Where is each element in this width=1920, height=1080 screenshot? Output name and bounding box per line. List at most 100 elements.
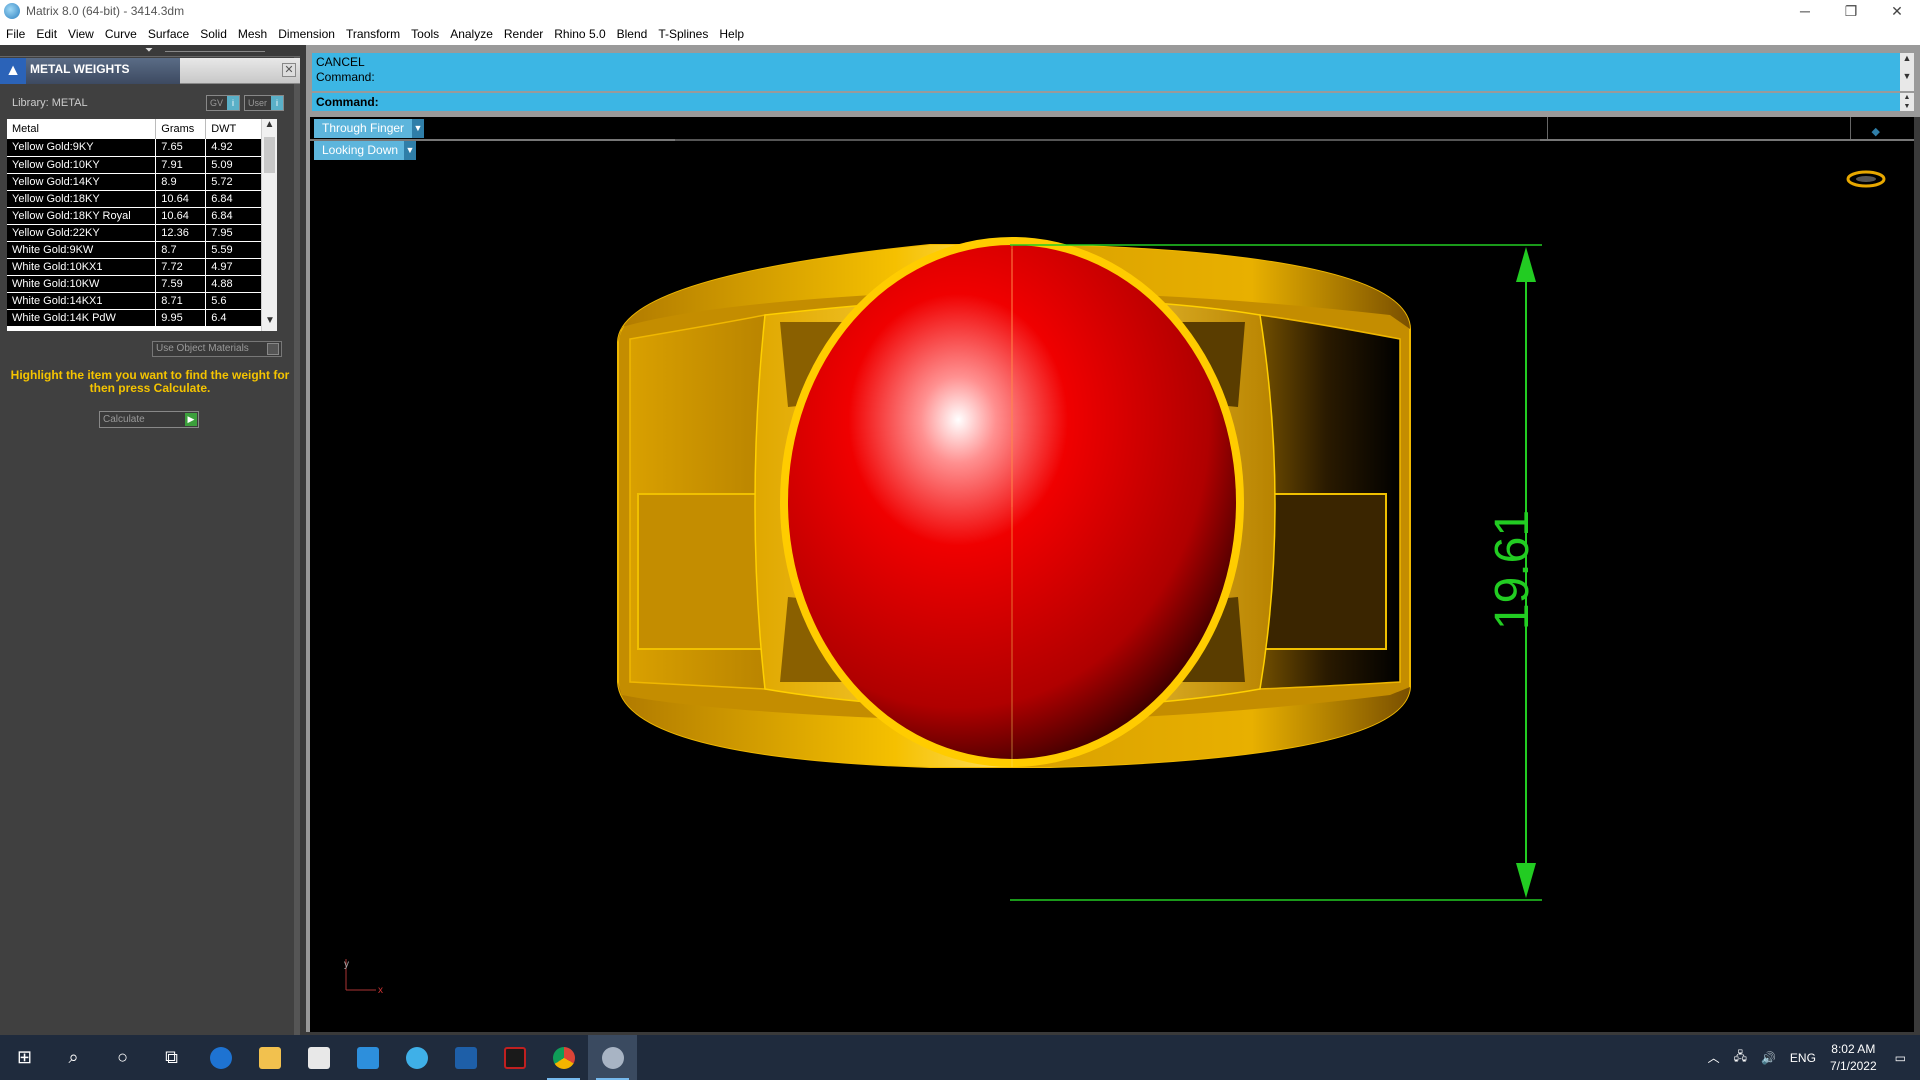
- use-object-materials-toggle[interactable]: Use Object Materials: [152, 341, 282, 357]
- app-red-icon[interactable]: [490, 1035, 539, 1080]
- title-bar: Matrix 8.0 (64-bit) - 3414.3dm ─ ❐ ✕: [0, 0, 1920, 22]
- scroll-thumb[interactable]: [264, 137, 275, 173]
- table-row[interactable]: White Gold:9KW 8.7 5.59: [7, 241, 267, 259]
- restore-button[interactable]: ❐: [1828, 0, 1874, 22]
- table-row[interactable]: Yellow Gold:18KY 10.64 6.84: [7, 190, 267, 208]
- cell-dwt: 7.95: [205, 224, 267, 242]
- ring-view-icon[interactable]: [1846, 169, 1886, 189]
- table-row[interactable]: Yellow Gold:10KY 7.91 5.09: [7, 156, 267, 174]
- menu-analyze[interactable]: Analyze: [450, 27, 493, 41]
- menu-curve[interactable]: Curve: [105, 27, 137, 41]
- cell-dwt: 6.84: [205, 207, 267, 225]
- menu-tsplines[interactable]: T-Splines: [658, 27, 708, 41]
- menu-view[interactable]: View: [68, 27, 94, 41]
- play-icon: ▶: [185, 413, 197, 426]
- clock[interactable]: 8:02 AM 7/1/2022: [1830, 1041, 1877, 1075]
- menu-edit[interactable]: Edit: [36, 27, 57, 41]
- matrix-app-icon[interactable]: [392, 1035, 441, 1080]
- table-row[interactable]: White Gold:10KW 7.59 4.88: [7, 275, 267, 293]
- language-indicator[interactable]: ENG: [1790, 1051, 1816, 1065]
- minimize-button[interactable]: ─: [1782, 0, 1828, 22]
- gv-indicator-icon: i: [227, 96, 240, 110]
- dim-arrow-bottom: [1516, 863, 1536, 898]
- menu-blend[interactable]: Blend: [617, 27, 648, 41]
- history-line-2: Command:: [316, 70, 375, 84]
- gv-button[interactable]: GV i: [206, 95, 241, 111]
- ring-model[interactable]: 19.61 y x: [310, 117, 1914, 1032]
- panel-grip[interactable]: ⏷: [0, 45, 300, 57]
- menu-transform[interactable]: Transform: [346, 27, 400, 41]
- user-button[interactable]: User i: [244, 95, 285, 111]
- scroll-up-icon[interactable]: ▲: [262, 119, 277, 135]
- col-header-grams[interactable]: Grams: [155, 119, 207, 139]
- scroll-down-icon[interactable]: ▼: [1900, 71, 1914, 81]
- notification-icon[interactable]: ▭: [1895, 1051, 1906, 1065]
- task-view-icon[interactable]: ⧉: [147, 1035, 196, 1080]
- gem-icon[interactable]: ◆: [1872, 125, 1880, 138]
- file-explorer-icon[interactable]: [245, 1035, 294, 1080]
- through-finger-dropdown[interactable]: Through Finger ▼: [314, 119, 424, 138]
- history-scrollbar[interactable]: ▲ ▼: [1900, 53, 1914, 91]
- taskbar: ⊞ ⌕ ○ ⧉ ︿ 🖧 🔊 ENG 8:02 AM 7/1/2022 ▭: [0, 1035, 1920, 1080]
- menu-dimension[interactable]: Dimension: [278, 27, 335, 41]
- network-icon[interactable]: 🖧: [1734, 1047, 1747, 1068]
- table-row[interactable]: White Gold:10KX1 7.72 4.97: [7, 258, 267, 276]
- cell-grams: 9.95: [155, 309, 207, 327]
- hint-text: Highlight the item you want to find the …: [10, 368, 290, 395]
- system-tray: ︿ 🖧 🔊 ENG 8:02 AM 7/1/2022 ▭: [1708, 1035, 1920, 1080]
- calculate-button[interactable]: Calculate ▶: [99, 411, 199, 428]
- cell-metal: White Gold:14K PdW: [7, 309, 157, 327]
- cell-metal: White Gold:9KW: [7, 241, 157, 259]
- use-object-materials-label: Use Object Materials: [156, 343, 249, 354]
- menu-surface[interactable]: Surface: [148, 27, 189, 41]
- menu-mesh[interactable]: Mesh: [238, 27, 267, 41]
- store-icon[interactable]: [294, 1035, 343, 1080]
- search-icon[interactable]: ⌕: [49, 1035, 98, 1080]
- scroll-up-icon[interactable]: ▲: [1900, 53, 1914, 63]
- looking-down-dropdown[interactable]: Looking Down ▼: [314, 141, 416, 160]
- panel-close-button[interactable]: ✕: [282, 63, 296, 77]
- mail-icon[interactable]: [343, 1035, 392, 1080]
- axis-y-label: y: [344, 959, 349, 970]
- library-label: Library: METAL: [12, 97, 88, 109]
- cell-metal: Yellow Gold:10KY: [7, 156, 157, 174]
- dimension-value[interactable]: 19.61: [1486, 510, 1539, 630]
- scroll-down-icon[interactable]: ▼: [262, 315, 277, 331]
- table-row[interactable]: Yellow Gold:9KY 7.65 4.92: [7, 139, 267, 157]
- table-row[interactable]: White Gold:14K PdW 9.95 6.4: [7, 309, 267, 327]
- menu-help[interactable]: Help: [719, 27, 744, 41]
- rhino-icon[interactable]: [588, 1035, 637, 1080]
- viewport-toolbar: [310, 117, 1914, 141]
- table-row[interactable]: Yellow Gold:22KY 12.36 7.95: [7, 224, 267, 242]
- volume-icon[interactable]: 🔊: [1761, 1051, 1776, 1065]
- close-button[interactable]: ✕: [1874, 0, 1920, 22]
- collapse-arrow-icon[interactable]: ⏷: [145, 45, 153, 56]
- menu-tools[interactable]: Tools: [411, 27, 439, 41]
- menu-render[interactable]: Render: [504, 27, 543, 41]
- cell-grams: 8.9: [155, 173, 207, 191]
- tray-expand-icon[interactable]: ︿: [1708, 1049, 1720, 1066]
- windows-start-icon[interactable]: ⊞: [0, 1035, 49, 1080]
- use-object-materials-checkbox[interactable]: [267, 343, 279, 355]
- table-row[interactable]: Yellow Gold:18KY Royal 10.64 6.84: [7, 207, 267, 225]
- menu-rhino[interactable]: Rhino 5.0: [554, 27, 605, 41]
- photos-icon[interactable]: [441, 1035, 490, 1080]
- col-header-metal[interactable]: Metal: [7, 119, 157, 139]
- menu-solid[interactable]: Solid: [200, 27, 227, 41]
- chrome-icon[interactable]: [539, 1035, 588, 1080]
- user-indicator-icon: i: [271, 96, 284, 110]
- menu-file[interactable]: File: [6, 27, 25, 41]
- viewport[interactable]: 19.61 y x Through Finger ▼ Looking Down …: [306, 117, 1914, 1032]
- table-scrollbar[interactable]: ▲ ▼: [261, 119, 277, 331]
- edge-icon[interactable]: [196, 1035, 245, 1080]
- table-row[interactable]: Yellow Gold:14KY 8.9 5.72: [7, 173, 267, 191]
- command-input[interactable]: Command:: [312, 93, 1900, 111]
- command-spin[interactable]: ▲ ▼: [1900, 93, 1914, 111]
- col-header-dwt[interactable]: DWT: [205, 119, 267, 139]
- cell-dwt: 4.88: [205, 275, 267, 293]
- cortana-icon[interactable]: ○: [98, 1035, 147, 1080]
- cell-grams: 7.72: [155, 258, 207, 276]
- table-row[interactable]: White Gold:14KX1 8.71 5.6: [7, 292, 267, 310]
- table-header-row: Metal Grams DWT: [7, 119, 267, 139]
- clock-date: 7/1/2022: [1829, 1058, 1877, 1073]
